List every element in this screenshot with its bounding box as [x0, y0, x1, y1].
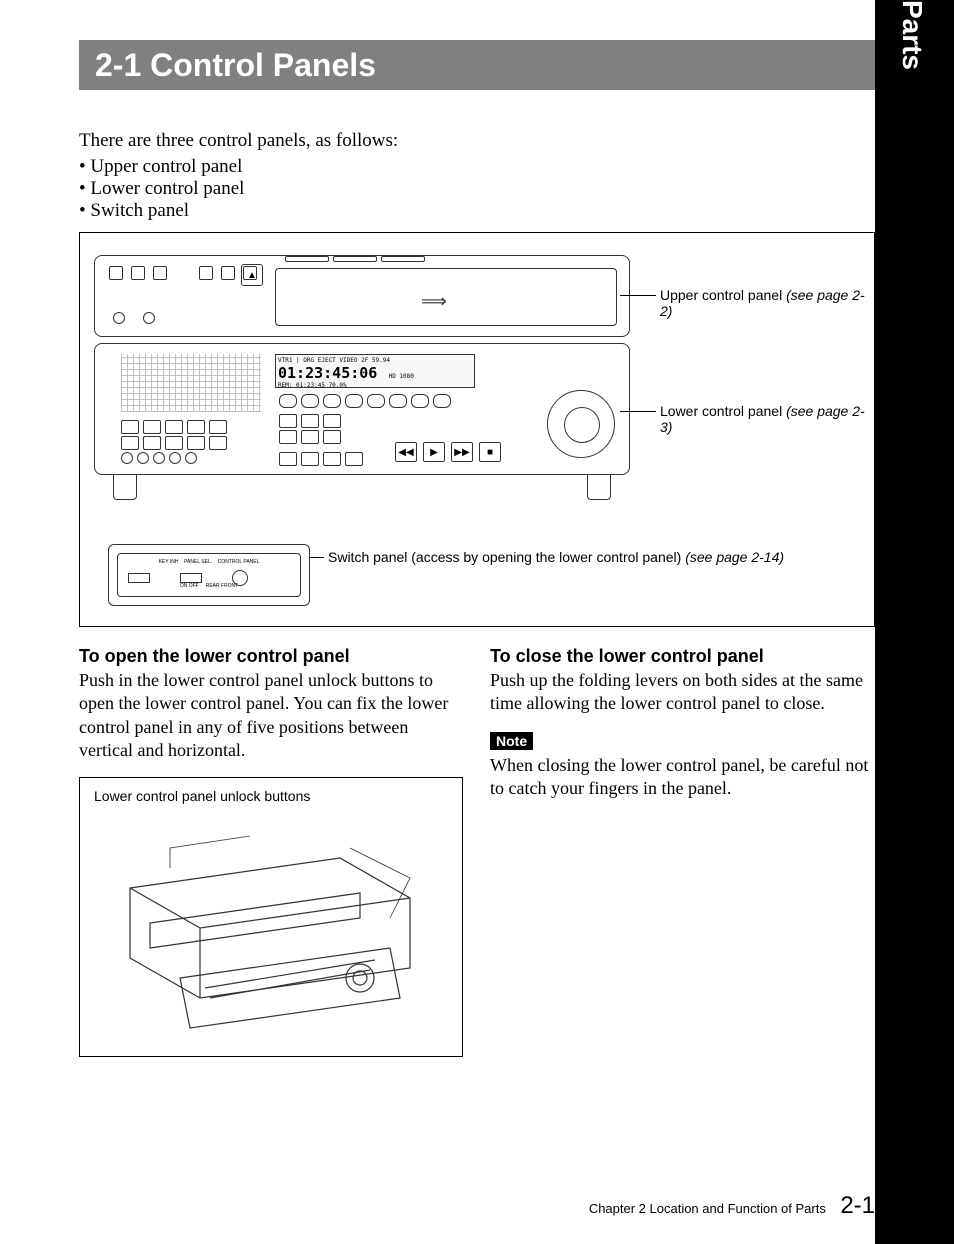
section-title: 2-1 Control Panels: [79, 47, 376, 84]
eject-icon: ▲: [241, 264, 263, 286]
intro-item: Switch panel: [79, 200, 859, 222]
body-open: Push in the lower control panel unlock b…: [79, 669, 464, 763]
figure-control-panels: ▲ ⟹ VTR1 | ORG EJECT VIDEO 2F 59.94 01:2…: [79, 232, 875, 627]
intro-lead: There are three control panels, as follo…: [79, 130, 859, 152]
side-tab: Chapter 2 Location and Function of Parts: [875, 0, 954, 1244]
callout-upper: Upper control panel (see page 2-2): [660, 287, 874, 319]
body-close: Push up the folding levers on both sides…: [490, 669, 875, 716]
intro-item: Upper control panel: [79, 156, 859, 178]
isometric-device-icon: [110, 828, 430, 1038]
transport-controls-icon: ◀◀▶▶▶■: [395, 442, 501, 462]
jog-dial-icon: [547, 390, 615, 458]
section-title-bar: 2-1 Control Panels: [79, 40, 875, 90]
switch-panel-illustration: KEY INH PANEL SEL. CONTROL PANEL ON OFF …: [108, 544, 310, 606]
footer-page-number: 2-1: [840, 1192, 875, 1219]
figure-unlock-buttons: Lower control panel unlock buttons: [79, 777, 463, 1057]
callout-switch: Switch panel (access by opening the lowe…: [328, 549, 858, 565]
arrow-icon: ⟹: [421, 291, 447, 312]
footer-chapter: Chapter 2 Location and Function of Parts: [589, 1201, 826, 1216]
timecode: 01:23:45:06: [278, 364, 377, 382]
figure-caption: Lower control panel unlock buttons: [94, 788, 448, 804]
lcd-display: VTR1 | ORG EJECT VIDEO 2F 59.94 01:23:45…: [275, 354, 475, 388]
heading-open: To open the lower control panel: [79, 646, 464, 667]
column-open: To open the lower control panel Push in …: [79, 646, 464, 1057]
column-close: To close the lower control panel Push up…: [490, 646, 875, 1057]
callout-lower: Lower control panel (see page 2-3): [660, 403, 874, 435]
intro-block: There are three control panels, as follo…: [79, 130, 859, 222]
note-body: When closing the lower control panel, be…: [490, 754, 875, 801]
intro-item: Lower control panel: [79, 178, 859, 200]
upper-control-panel-illustration: ▲ ⟹: [94, 255, 630, 337]
note-label: Note: [490, 732, 533, 750]
page-footer: Chapter 2 Location and Function of Parts…: [79, 1192, 875, 1220]
lower-control-panel-illustration: VTR1 | ORG EJECT VIDEO 2F 59.94 01:23:45…: [94, 343, 630, 475]
side-tab-text: Chapter 2 Location and Function of Parts: [896, 0, 928, 70]
heading-close: To close the lower control panel: [490, 646, 875, 667]
